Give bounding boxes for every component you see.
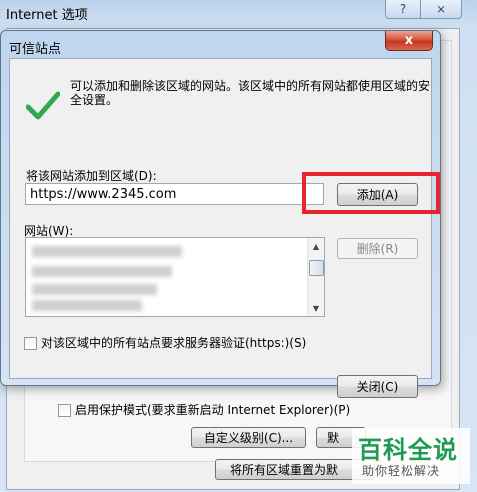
check-icon <box>26 91 60 120</box>
list-item[interactable] <box>32 300 142 311</box>
highlight-box <box>302 172 440 214</box>
scroll-up-icon[interactable]: ▲ <box>308 238 324 254</box>
add-site-label: 将该网站添加到区域(D): <box>26 169 157 183</box>
watermark: 百科全说 助你轻松解决 <box>352 428 470 484</box>
sites-scrollbar[interactable]: ▲ ▼ <box>307 238 324 316</box>
require-https-label: 对该区域中的所有站点要求服务器验证(https:)(S) <box>41 336 307 350</box>
custom-level-button[interactable]: 自定义级别(C)... <box>191 427 306 448</box>
zone-info-text: 可以添加和删除该区域的网站。该区域中的所有网站都使用区域的安全设置。 <box>70 79 431 107</box>
close-button[interactable]: 关闭(C) <box>337 375 418 398</box>
watermark-subtitle: 助你轻松解决 <box>362 464 441 478</box>
list-item[interactable] <box>32 284 157 295</box>
dialog-title: 可信站点 <box>9 42 62 57</box>
site-url-input[interactable] <box>25 183 324 205</box>
sites-list[interactable]: ▲ ▼ <box>25 237 325 317</box>
watermark-title: 百科全说 <box>358 436 458 464</box>
remove-button[interactable]: 删除(R) <box>337 238 418 259</box>
dialog-body: 可以添加和删除该区域的网站。该区域中的所有网站都使用区域的安全设置。 将该网站添… <box>9 58 440 398</box>
require-https-row[interactable]: 对该区域中的所有站点要求服务器验证(https:)(S) <box>24 334 306 351</box>
window-title: Internet 选项 <box>6 8 88 23</box>
trusted-sites-dialog: 可信站点 x 可以添加和删除该区域的网站。该区域中的所有网站都使用区域的安全设置… <box>0 30 441 398</box>
reset-all-zones-button[interactable]: 将所有区域重置为默 <box>215 459 375 480</box>
protected-mode-checkbox[interactable] <box>58 404 71 417</box>
window-close-button[interactable]: ⨯ <box>420 0 462 19</box>
list-item[interactable] <box>32 266 172 277</box>
scroll-down-icon[interactable]: ▼ <box>308 300 324 316</box>
require-https-checkbox[interactable] <box>24 337 37 350</box>
protected-mode-row[interactable]: 启用保护模式(要求重新启动 Internet Explorer)(P) <box>58 401 350 418</box>
scroll-thumb[interactable] <box>309 260 324 276</box>
list-item[interactable] <box>32 246 182 257</box>
help-button[interactable]: ? <box>385 0 421 19</box>
dialog-close-x-button[interactable]: x <box>385 31 433 51</box>
protected-mode-label: 启用保护模式(要求重新启动 Internet Explorer)(P) <box>75 403 351 417</box>
